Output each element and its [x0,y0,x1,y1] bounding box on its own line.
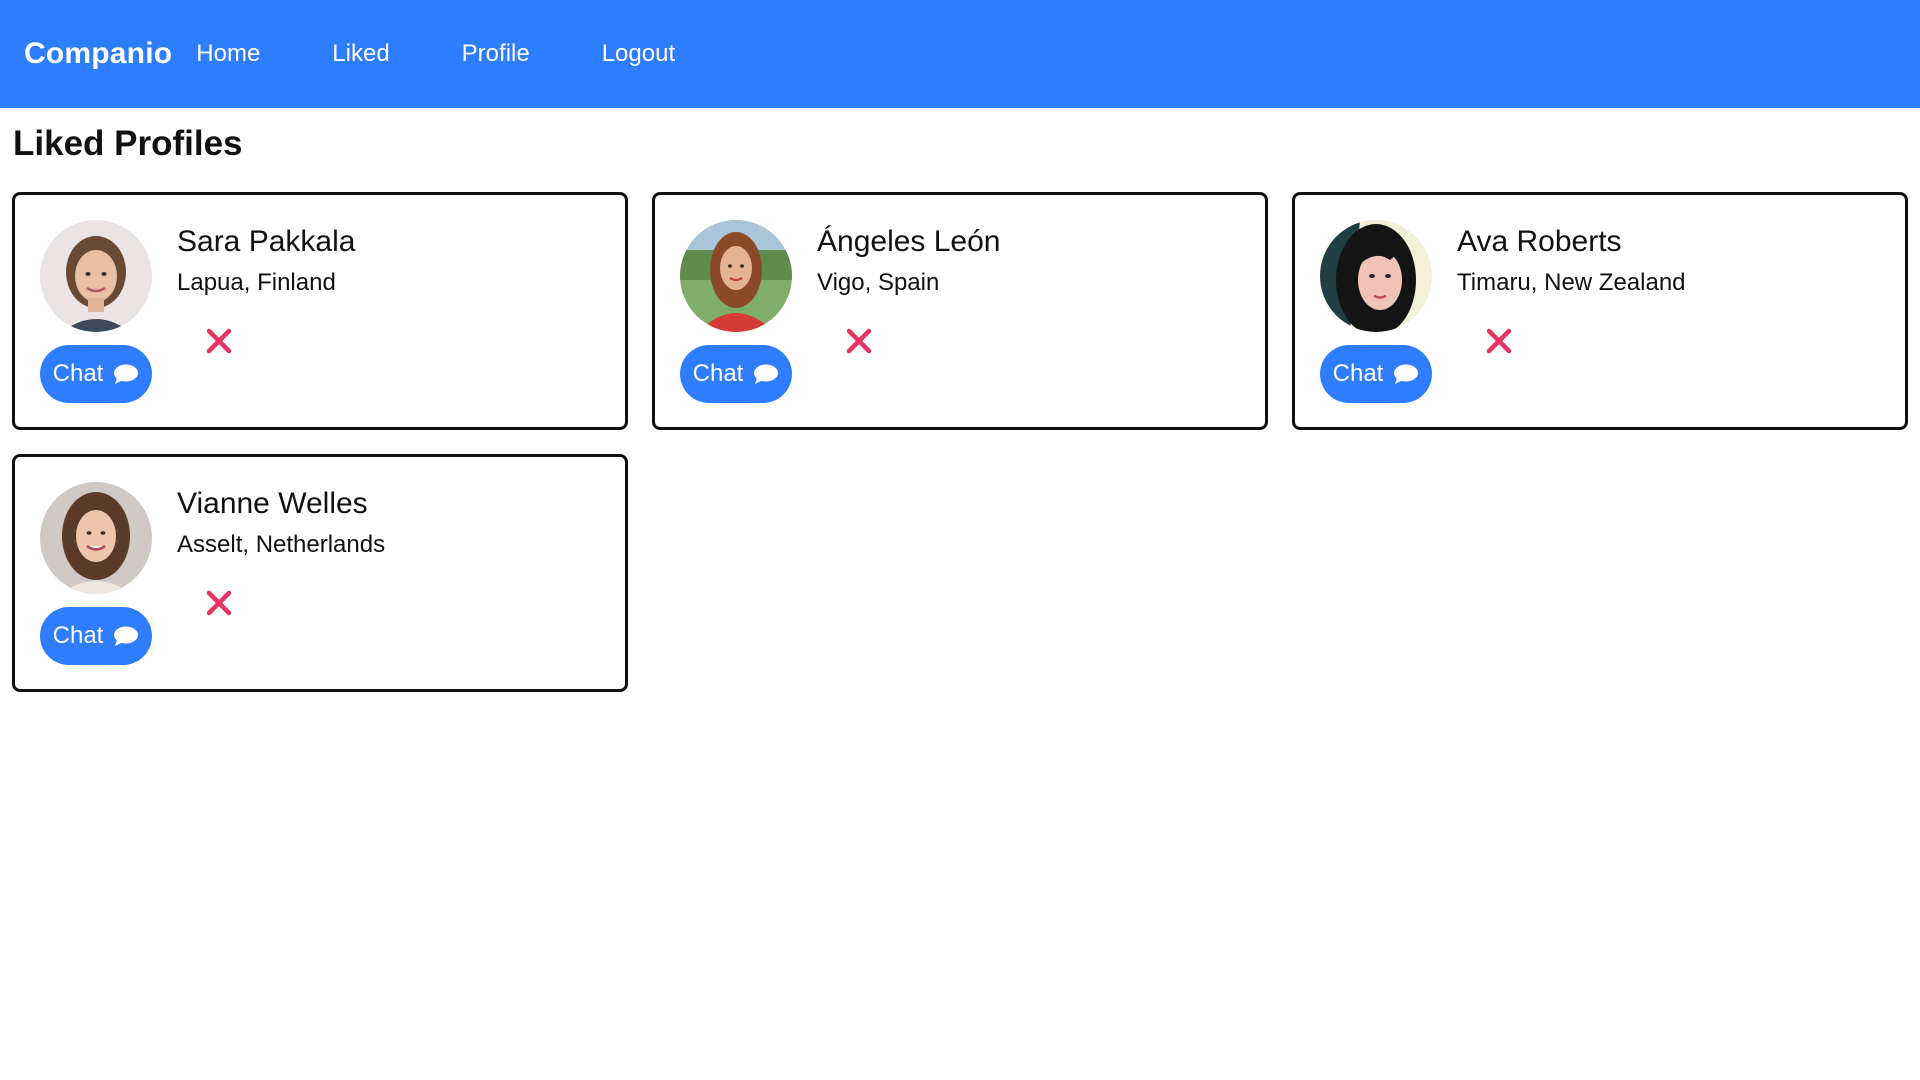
profile-name: Sara Pakkala [177,225,356,258]
avatar [40,220,152,332]
chat-button[interactable]: Chat [40,345,152,403]
close-icon [846,328,872,354]
avatar [1320,220,1432,332]
profile-location: Timaru, New Zealand [1457,269,1686,296]
page-title: Liked Profiles [13,124,243,163]
profile-photo [40,482,152,594]
avatar [680,220,792,332]
profile-name: Ava Roberts [1457,225,1622,258]
chat-button-label: Chat [52,360,104,387]
remove-like-button[interactable] [1481,323,1517,359]
profile-location: Lapua, Finland [177,269,336,296]
profile-card: Ángeles León Vigo, Spain Chat [652,192,1268,430]
profile-name: Ángeles León [817,225,1001,258]
chat-bubble-icon [1394,364,1419,384]
profile-location: Vigo, Spain [817,269,940,296]
chat-button[interactable]: Chat [40,607,152,665]
avatar [40,482,152,594]
close-icon [206,328,232,354]
brand-logo[interactable]: Companio [24,37,172,71]
profile-photo [680,220,792,332]
close-icon [206,590,232,616]
remove-like-button[interactable] [841,323,877,359]
nav-link-logout[interactable]: Logout [602,40,675,68]
chat-button-label: Chat [1332,360,1384,387]
profile-card: Ava Roberts Timaru, New Zealand Chat [1292,192,1908,430]
profile-location: Asselt, Netherlands [177,531,386,558]
remove-like-button[interactable] [201,585,237,621]
nav-link-profile[interactable]: Profile [462,40,530,68]
nav-link-liked[interactable]: Liked [332,40,389,68]
nav-link-home[interactable]: Home [196,40,260,68]
profile-photo [1320,220,1432,332]
liked-profiles-grid: Sara Pakkala Lapua, Finland Chat Ángeles… [12,192,1910,692]
profile-card: Sara Pakkala Lapua, Finland Chat [12,192,628,430]
chat-bubble-icon [754,364,779,384]
chat-bubble-icon [114,626,139,646]
chat-button-label: Chat [52,622,104,649]
profile-photo [40,220,152,332]
profile-name: Vianne Welles [177,487,368,520]
profile-card: Vianne Welles Asselt, Netherlands Chat [12,454,628,692]
chat-button-label: Chat [692,360,744,387]
chat-button[interactable]: Chat [1320,345,1432,403]
remove-like-button[interactable] [201,323,237,359]
chat-bubble-icon [114,364,139,384]
close-icon [1486,328,1512,354]
top-navbar: Companio Home Liked Profile Logout [0,0,1920,108]
chat-button[interactable]: Chat [680,345,792,403]
